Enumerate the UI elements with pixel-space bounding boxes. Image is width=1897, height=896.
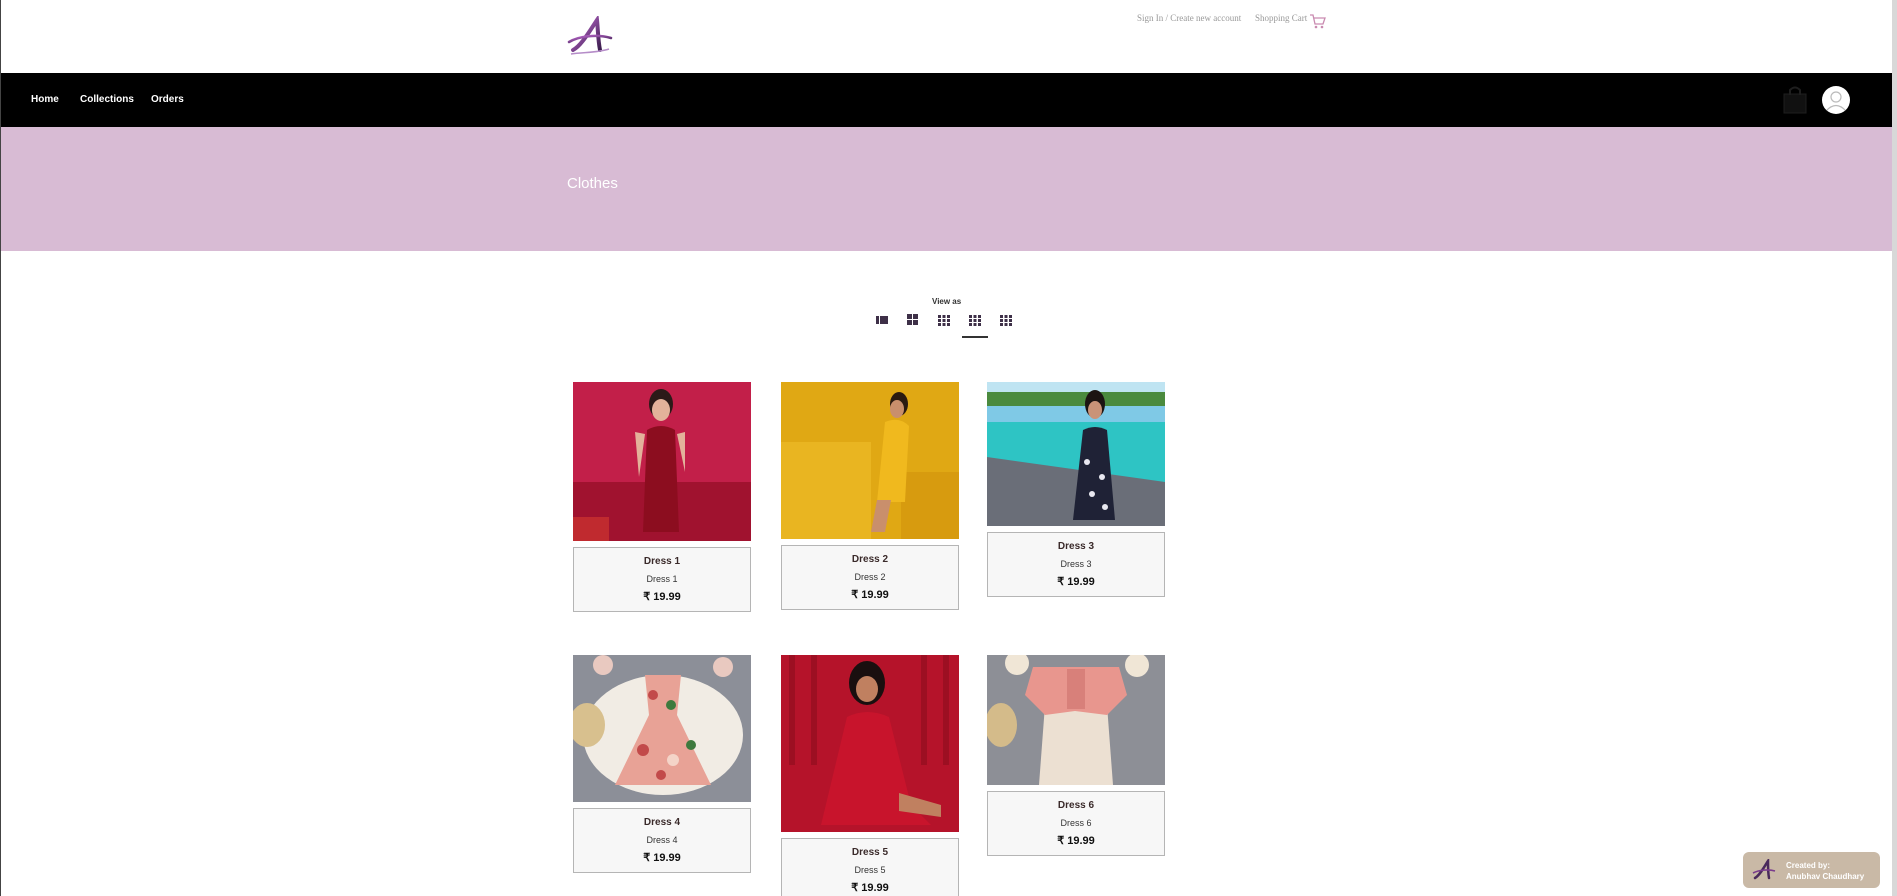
product-subtitle: Dress 3 — [1060, 559, 1092, 569]
top-header: Sign In / Create new account Shopping Ca… — [1, 0, 1892, 73]
product-name[interactable]: Dress 6 — [988, 800, 1164, 811]
product-card[interactable]: Dress 4 Dress 4 ₹ 19.99 — [573, 655, 751, 873]
grid-2-view-icon[interactable] — [906, 313, 920, 327]
product-price: ₹ 19.99 — [851, 589, 889, 601]
nav-orders[interactable]: Orders — [151, 94, 184, 105]
list-view-icon[interactable] — [875, 313, 889, 327]
creator-badge[interactable]: Created by: Anubhav Chaudhary — [1743, 852, 1880, 888]
product-info: Dress 5 Dress 5 ₹ 19.99 — [781, 838, 959, 896]
product-subtitle: Dress 5 — [854, 865, 886, 875]
grid-4-view-icon[interactable] — [962, 313, 988, 338]
product-info: Dress 1 Dress 1 ₹ 19.99 — [573, 547, 751, 612]
product-name[interactable]: Dress 2 — [782, 554, 958, 565]
product-card[interactable]: Dress 3 Dress 3 ₹ 19.99 — [987, 382, 1165, 597]
grid-5-view-icon[interactable] — [999, 313, 1013, 327]
creator-logo-icon — [1752, 859, 1776, 880]
user-avatar[interactable] — [1822, 86, 1850, 114]
product-price: ₹ 19.99 — [1057, 576, 1095, 588]
product-name[interactable]: Dress 1 — [574, 556, 750, 567]
sign-in-link[interactable]: Sign In / Create new account — [1137, 13, 1241, 23]
shopping-cart-link[interactable]: Shopping Cart — [1255, 13, 1307, 23]
nav-collections[interactable]: Collections — [80, 94, 134, 105]
product-name[interactable]: Dress 5 — [782, 847, 958, 858]
product-image[interactable] — [573, 382, 751, 541]
product-info: Dress 3 Dress 3 ₹ 19.99 — [987, 532, 1165, 597]
product-card[interactable]: Dress 5 Dress 5 ₹ 19.99 — [781, 655, 959, 896]
product-info: Dress 4 Dress 4 ₹ 19.99 — [573, 808, 751, 873]
page-title: Clothes — [567, 175, 618, 192]
creator-label: Created by: — [1786, 861, 1831, 870]
shopping-bag-icon[interactable] — [1782, 85, 1808, 115]
product-card[interactable]: Dress 6 Dress 6 ₹ 19.99 — [987, 655, 1165, 856]
cart-icon[interactable] — [1309, 13, 1326, 30]
product-name[interactable]: Dress 4 — [574, 817, 750, 828]
creator-text: Created by: Anubhav Chaudhary — [1786, 860, 1864, 882]
product-image[interactable] — [987, 382, 1165, 526]
product-subtitle: Dress 2 — [854, 572, 886, 582]
main-nav: Home Collections Orders — [1, 73, 1892, 127]
user-icon — [1825, 91, 1847, 112]
product-card[interactable]: Dress 1 Dress 1 ₹ 19.99 — [573, 382, 751, 612]
nav-home[interactable]: Home — [31, 94, 59, 105]
product-subtitle: Dress 1 — [646, 574, 678, 584]
product-image[interactable] — [781, 382, 959, 539]
product-subtitle: Dress 6 — [1060, 818, 1092, 828]
view-as-text: View as — [932, 297, 962, 306]
brand-logo[interactable] — [567, 16, 613, 56]
collection-banner: Clothes — [1, 127, 1892, 251]
product-image[interactable] — [573, 655, 751, 802]
page-scrollbar[interactable] — [1892, 0, 1897, 896]
product-price: ₹ 19.99 — [1057, 835, 1095, 847]
product-info: Dress 6 Dress 6 ₹ 19.99 — [987, 791, 1165, 856]
product-price: ₹ 19.99 — [643, 591, 681, 603]
product-subtitle: Dress 4 — [646, 835, 678, 845]
product-image[interactable] — [781, 655, 959, 832]
product-price: ₹ 19.99 — [851, 882, 889, 894]
product-image[interactable] — [987, 655, 1165, 785]
product-name[interactable]: Dress 3 — [988, 541, 1164, 552]
view-switcher — [1, 313, 1892, 343]
product-info: Dress 2 Dress 2 ₹ 19.99 — [781, 545, 959, 610]
grid-3-view-icon[interactable] — [937, 313, 951, 327]
product-price: ₹ 19.99 — [643, 852, 681, 864]
page: Sign In / Create new account Shopping Ca… — [0, 0, 1892, 896]
creator-name: Anubhav Chaudhary — [1786, 872, 1865, 881]
product-card[interactable]: Dress 2 Dress 2 ₹ 19.99 — [781, 382, 959, 610]
